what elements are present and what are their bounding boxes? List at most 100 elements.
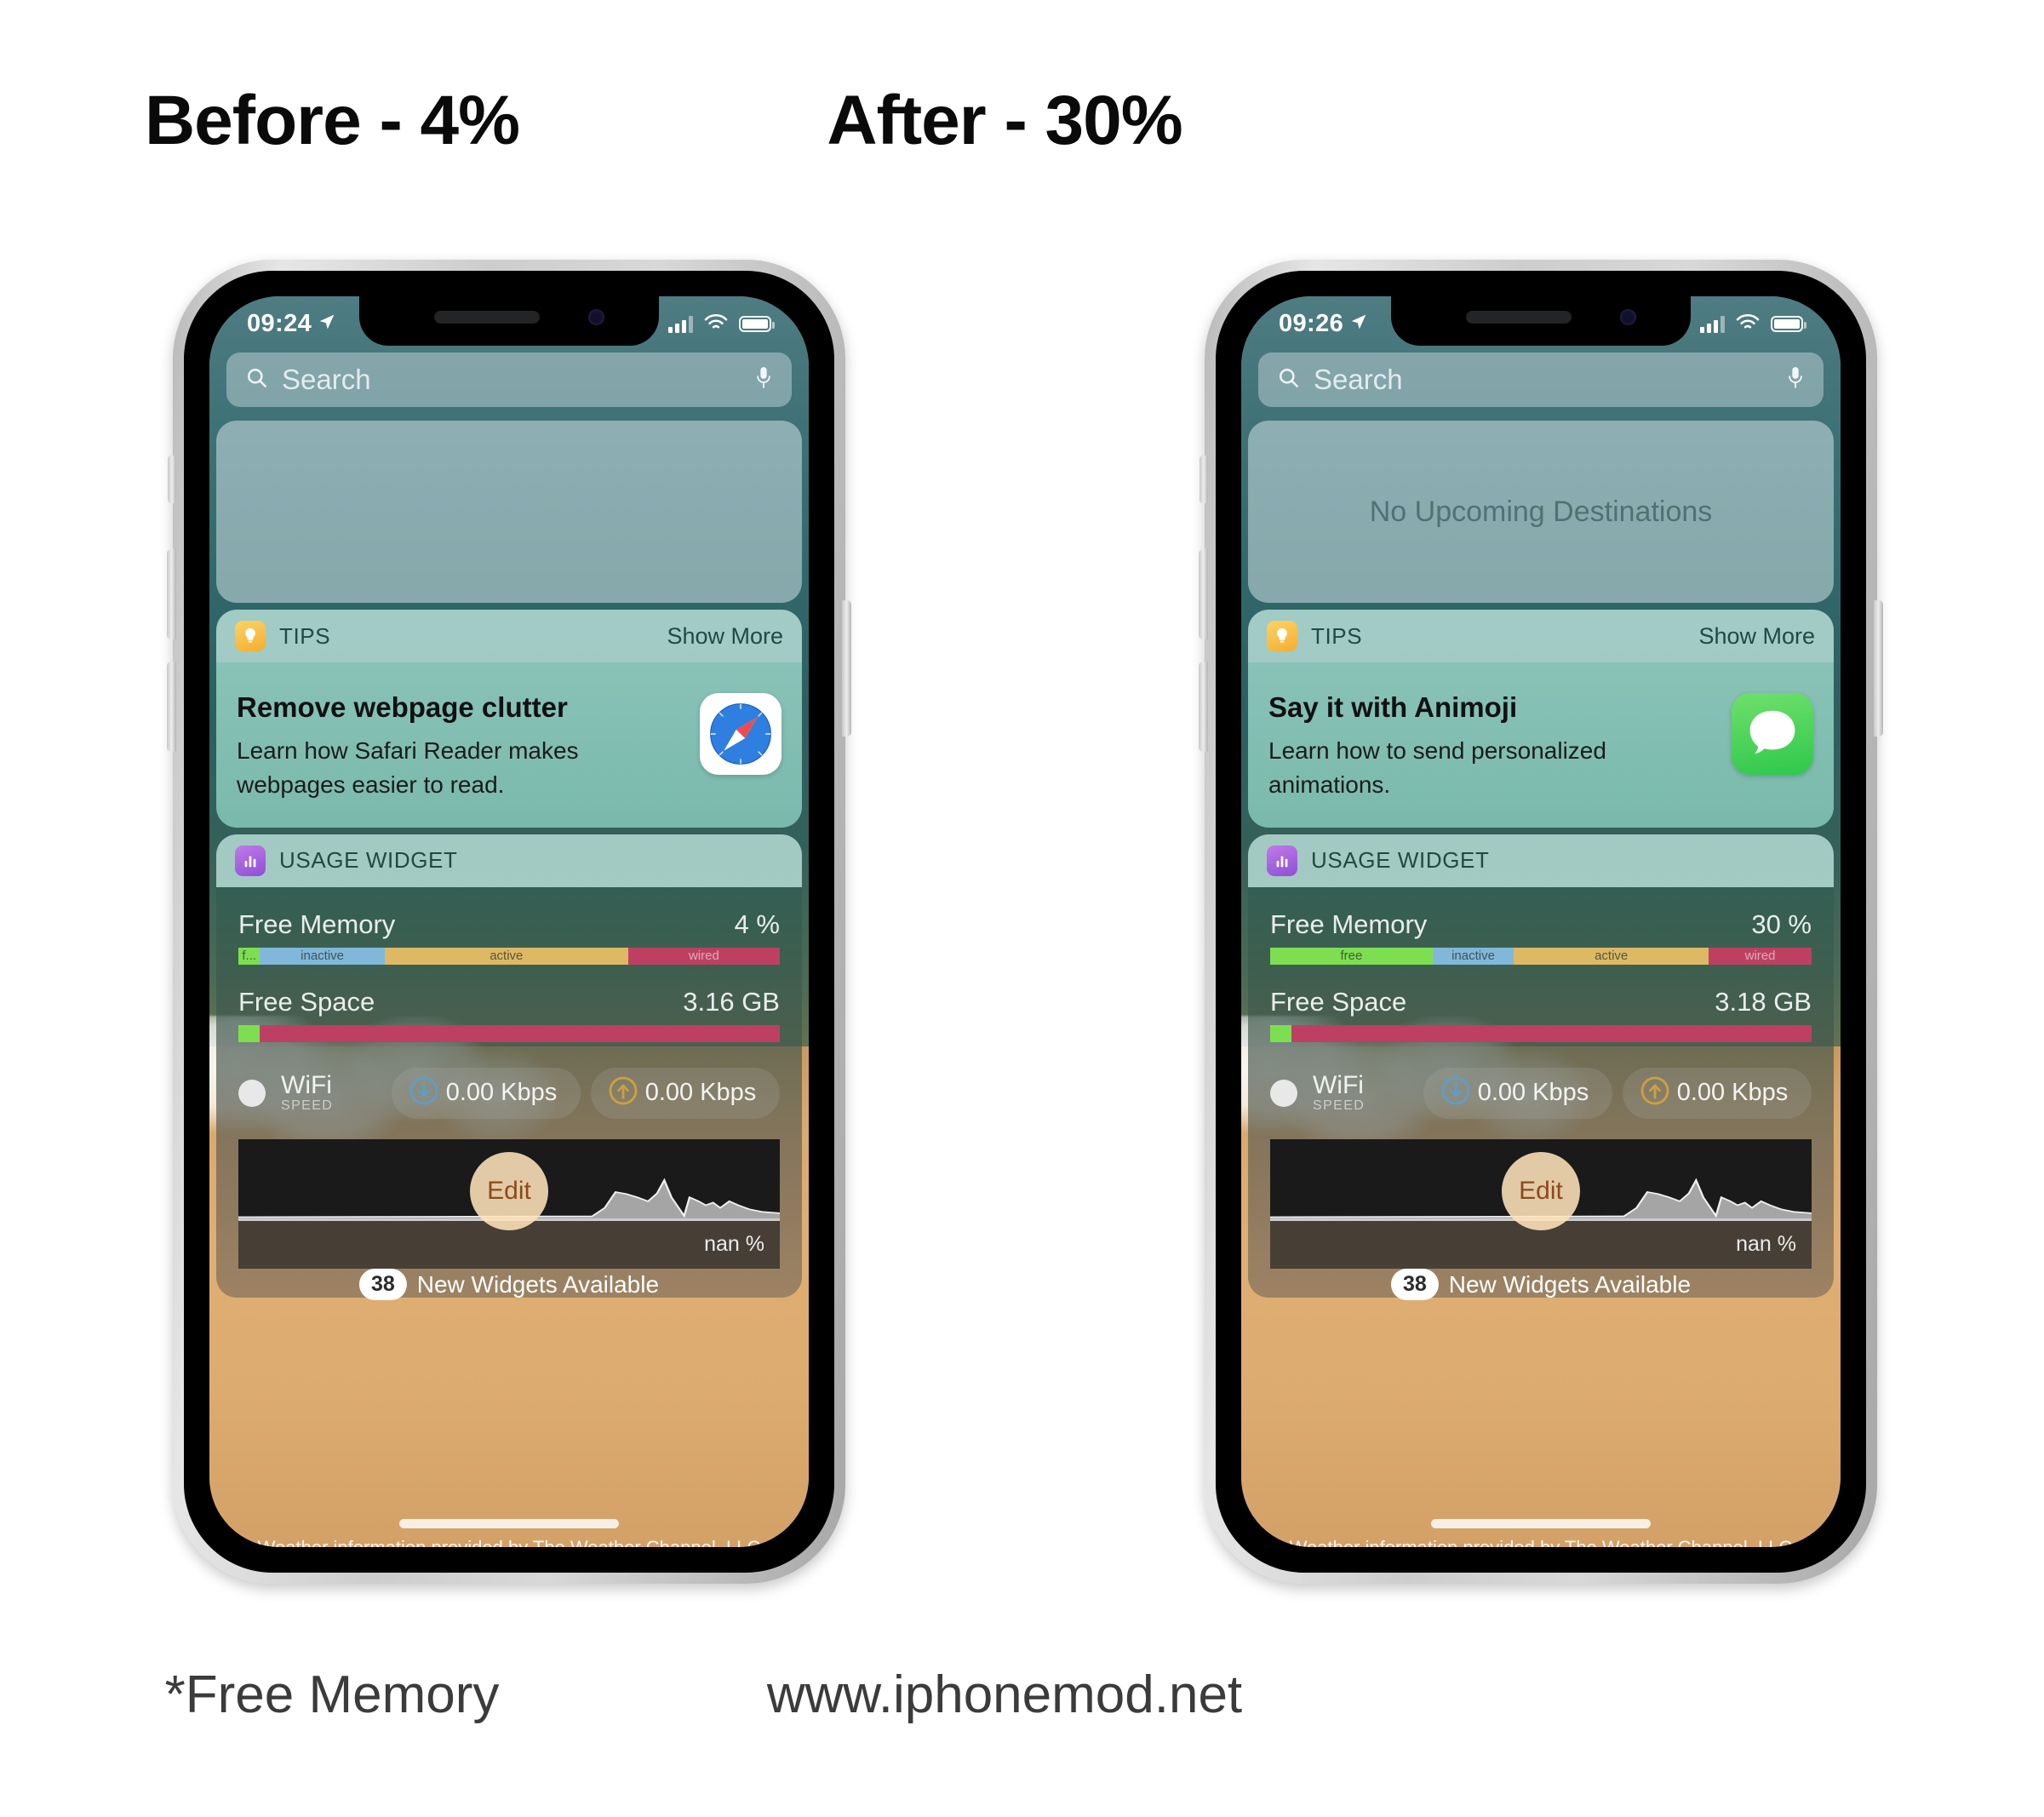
maps-widget[interactable] xyxy=(216,421,802,603)
free-space-row: Free Space 3.16 GB xyxy=(238,987,780,1017)
new-widgets-label: New Widgets Available xyxy=(1448,1270,1692,1298)
memory-segment-bar: f... inactive active wired xyxy=(238,947,780,965)
free-space-label: Free Space xyxy=(238,986,375,1017)
tips-widget-header: TIPS Show More xyxy=(216,610,802,662)
power-button[interactable] xyxy=(842,600,851,737)
space-bar-free xyxy=(1270,1024,1292,1042)
search-input[interactable]: Search xyxy=(282,364,754,396)
upload-speed-value: 0.00 Kbps xyxy=(1676,1079,1789,1106)
free-memory-label: Free Memory xyxy=(1270,908,1428,939)
new-widgets-row[interactable]: 38 New Widgets Available xyxy=(1390,1269,1692,1301)
phone-screen: 09:26 Search No Upcoming Destinations TIPS S… xyxy=(1241,296,1841,1547)
mute-switch-button[interactable] xyxy=(1199,456,1208,503)
usage-widget-body: Free Memory 30 % free inactive active wired Fr… xyxy=(1248,886,1834,1298)
tips-title: Remove webpage clutter xyxy=(237,691,568,723)
caption-right: www.iphonemod.net xyxy=(766,1665,1243,1724)
volume-up-button[interactable] xyxy=(167,549,176,639)
status-bar: 09:24 xyxy=(209,296,809,346)
status-time: 09:26 xyxy=(1279,309,1344,337)
volume-down-button[interactable] xyxy=(1199,662,1208,752)
edit-button[interactable]: Edit xyxy=(1502,1152,1580,1230)
microphone-icon[interactable] xyxy=(1786,364,1805,397)
volume-up-button[interactable] xyxy=(1199,549,1208,639)
free-memory-value: 30 % xyxy=(1751,908,1812,939)
usage-widget-header: USAGE WIDGET xyxy=(1248,834,1834,887)
memory-segment-active: active xyxy=(1514,947,1709,965)
status-bar-left: 09:26 xyxy=(1279,310,1367,338)
download-arrow-icon xyxy=(409,1075,439,1110)
safari-compass-icon xyxy=(700,693,782,775)
free-space-row: Free Space 3.18 GB xyxy=(1270,987,1812,1017)
tips-text-block: Say it with Animoji Learn how to send per… xyxy=(1268,691,1732,802)
memory-segment-wired: wired xyxy=(1709,947,1812,965)
free-space-value: 3.18 GB xyxy=(1715,986,1812,1017)
upload-speed-value: 0.00 Kbps xyxy=(644,1079,757,1106)
network-name: WiFi xyxy=(281,1070,332,1099)
search-bar[interactable]: Search xyxy=(226,353,792,407)
maps-widget[interactable]: No Upcoming Destinations xyxy=(1248,421,1834,603)
home-indicator[interactable] xyxy=(399,1519,619,1528)
phone-before: 09:24 Search TIPS Show More Remove webpage c… xyxy=(167,260,851,1584)
free-space-value: 3.16 GB xyxy=(683,986,780,1017)
tips-widget[interactable]: TIPS Show More Remove webpage clutter Learn… xyxy=(216,610,802,828)
network-speed-label: SPEED xyxy=(1313,1098,1366,1114)
upload-arrow-icon xyxy=(1640,1075,1670,1110)
space-bar-free xyxy=(238,1024,261,1042)
tips-widget[interactable]: TIPS Show More Say it with Animoji Learn ho… xyxy=(1248,610,1834,828)
download-speed-pill: 0.00 Kbps xyxy=(1423,1067,1612,1119)
weather-credit-text: Weather information provided by The Weat… xyxy=(1241,1537,1841,1547)
wifi-icon xyxy=(703,312,729,335)
new-widgets-row[interactable]: 38 New Widgets Available xyxy=(358,1269,659,1301)
tips-show-more-button[interactable]: Show More xyxy=(1698,623,1815,650)
space-bar-used xyxy=(1291,1024,1812,1042)
phone-bezel: 09:24 Search TIPS Show More Remove webpage c… xyxy=(184,271,834,1573)
memory-segment-free: f... xyxy=(238,947,261,965)
download-speed-value: 0.00 Kbps xyxy=(445,1079,558,1106)
graph-percent-value: nan % xyxy=(1736,1232,1796,1256)
messages-bubble-icon xyxy=(1732,693,1813,775)
tips-show-more-button[interactable]: Show More xyxy=(667,623,783,650)
status-bar-right xyxy=(668,312,775,335)
tips-widget-body: Say it with Animoji Learn how to send per… xyxy=(1248,662,1834,828)
home-indicator[interactable] xyxy=(1431,1519,1651,1528)
network-status-dot xyxy=(1270,1079,1297,1107)
tips-subtitle: Learn how Safari Reader makes webpages e… xyxy=(237,737,579,798)
new-widgets-count-badge: 38 xyxy=(1390,1269,1439,1301)
tips-widget-label: TIPS xyxy=(1311,622,1363,649)
signal-bars-icon xyxy=(668,315,693,333)
usage-barchart-icon xyxy=(235,845,266,876)
free-memory-label: Free Memory xyxy=(238,908,396,939)
search-bar[interactable]: Search xyxy=(1258,353,1824,407)
power-button[interactable] xyxy=(1874,600,1883,737)
tips-lightbulb-icon xyxy=(235,621,266,651)
tips-widget-body: Remove webpage clutter Learn how Safari R… xyxy=(216,662,802,828)
microphone-icon[interactable] xyxy=(754,364,773,397)
network-name-block: WiFi SPEED xyxy=(1313,1072,1413,1115)
memory-segment-inactive: inactive xyxy=(260,947,385,965)
upload-arrow-icon xyxy=(608,1075,638,1110)
download-arrow-icon xyxy=(1440,1075,1471,1110)
network-name-block: WiFi SPEED xyxy=(281,1072,381,1115)
location-arrow-icon xyxy=(1350,313,1367,335)
edit-button[interactable]: Edit xyxy=(470,1152,548,1230)
phone-after: 09:26 Search No Upcoming Destinations TIPS S… xyxy=(1199,260,1883,1584)
usage-widget-label: USAGE WIDGET xyxy=(279,847,458,873)
download-speed-value: 0.00 Kbps xyxy=(1477,1079,1589,1106)
usage-barchart-icon xyxy=(1267,845,1297,876)
graph-percent-value: nan % xyxy=(704,1232,764,1256)
search-input[interactable]: Search xyxy=(1314,364,1786,396)
phone-bezel: 09:26 Search No Upcoming Destinations TIPS S… xyxy=(1216,271,1866,1573)
tips-lightbulb-icon xyxy=(1267,621,1297,651)
mute-switch-button[interactable] xyxy=(168,456,176,503)
tips-title: Say it with Animoji xyxy=(1268,691,1518,723)
battery-icon xyxy=(739,315,775,332)
volume-down-button[interactable] xyxy=(167,662,176,752)
download-speed-pill: 0.00 Kbps xyxy=(392,1067,581,1119)
space-bar xyxy=(238,1024,780,1042)
network-status-dot xyxy=(238,1079,266,1107)
memory-segment-free: free xyxy=(1270,947,1433,965)
memory-segment-bar: free inactive active wired xyxy=(1270,947,1812,965)
network-row: WiFi SPEED 0.00 Kbps 0.00 Kbps xyxy=(1270,1067,1812,1119)
weather-credit-text: Weather information provided by The Weat… xyxy=(209,1537,809,1547)
space-bar-used xyxy=(260,1024,780,1042)
